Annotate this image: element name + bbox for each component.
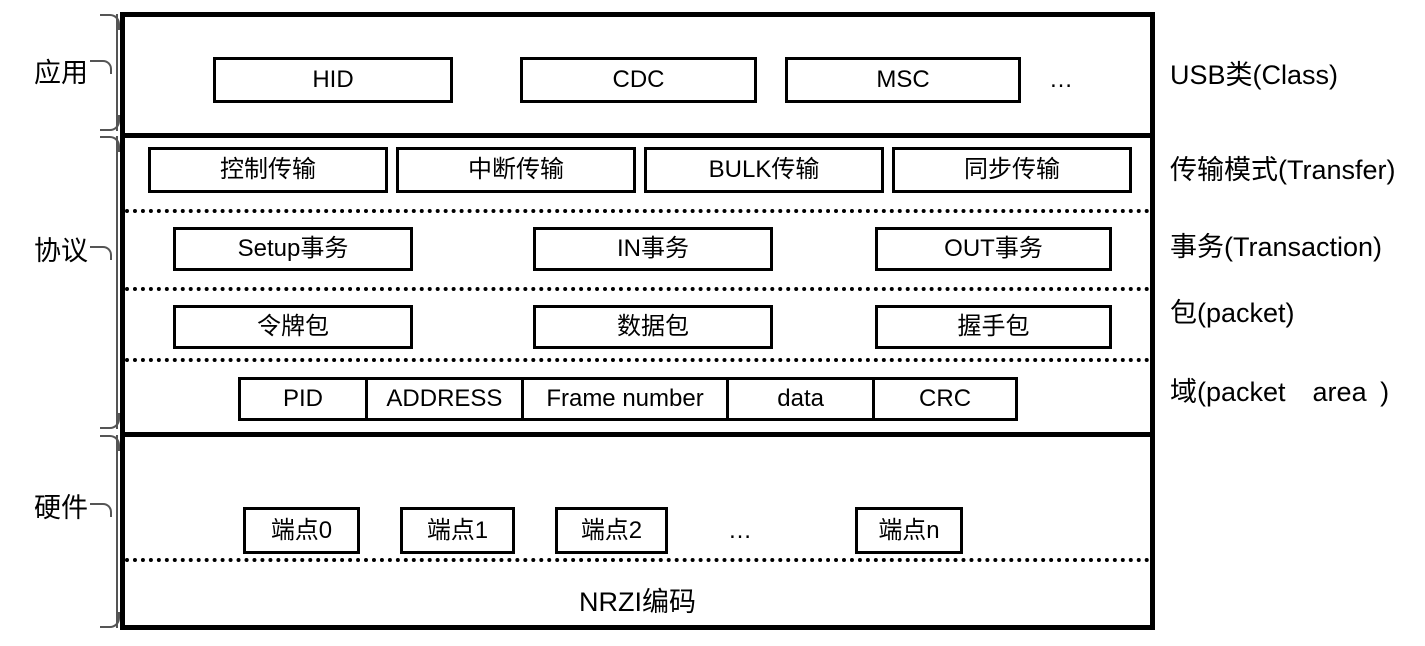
bracket-stem (116, 136, 118, 429)
right-label-packet: 包(packet) (1170, 298, 1295, 328)
right-label-transfer: 传输模式(Transfer) (1170, 155, 1396, 185)
transfer-box-bulk[interactable]: BULK传输 (644, 147, 884, 193)
transfer-box-isochronous[interactable]: 同步传输 (892, 147, 1132, 193)
divider-endpoints-encoding (125, 558, 1150, 562)
bracket-stem (116, 435, 118, 628)
bracket-nib (90, 246, 112, 260)
diagram-frame: HID CDC MSC … 控制传输 中断传输 BULK传输 同步传输 Setu… (120, 12, 1155, 630)
divider-transfer-transaction (125, 209, 1150, 213)
bracket-cap-top (100, 136, 120, 152)
usb-class-box-cdc[interactable]: CDC (520, 57, 757, 103)
packet-area-segment-crc[interactable]: CRC (875, 380, 1015, 418)
packet-area-segment-data[interactable]: data (729, 380, 876, 418)
bracket-nib (90, 60, 112, 74)
packet-area-segment-frame-number[interactable]: Frame number (524, 380, 730, 418)
bracket-protocol (90, 136, 120, 429)
bracket-cap-top (100, 435, 120, 451)
bracket-label-hardware: 硬件 (34, 493, 88, 523)
usb-class-ellipsis: … (1049, 66, 1073, 93)
transaction-box-out[interactable]: OUT事务 (875, 227, 1112, 271)
usb-layer-diagram: 应用 协议 硬件 HID CDC MSC … 控制传输 中断传输 BULK传输 … (0, 0, 1425, 646)
right-label-packet-area: 域(packet area ) (1170, 377, 1390, 407)
divider-application-protocol (125, 133, 1150, 138)
encoding-label: NRZI编码 (579, 586, 696, 617)
transaction-box-in[interactable]: IN事务 (533, 227, 773, 271)
packet-box-handshake[interactable]: 握手包 (875, 305, 1112, 349)
right-label-usb-class: USB类(Class) (1170, 60, 1339, 90)
packet-area-segment-pid[interactable]: PID (241, 380, 369, 418)
endpoints-ellipsis: … (728, 516, 752, 544)
divider-protocol-hardware (125, 432, 1150, 437)
divider-packet-packetarea (125, 358, 1150, 362)
usb-class-box-msc[interactable]: MSC (785, 57, 1021, 103)
packet-box-data[interactable]: 数据包 (533, 305, 773, 349)
bracket-application (90, 14, 120, 131)
endpoint-box-1[interactable]: 端点1 (400, 507, 515, 554)
packet-area-segment-address[interactable]: ADDRESS (368, 380, 524, 418)
right-label-transaction: 事务(Transaction) (1170, 232, 1383, 262)
bracket-stem (116, 14, 118, 131)
endpoint-box-2[interactable]: 端点2 (555, 507, 668, 554)
endpoint-box-0[interactable]: 端点0 (243, 507, 360, 554)
transaction-box-setup[interactable]: Setup事务 (173, 227, 413, 271)
packet-box-token[interactable]: 令牌包 (173, 305, 413, 349)
bracket-nib (90, 503, 112, 517)
bracket-label-protocol: 协议 (34, 236, 88, 266)
bracket-cap-top (100, 14, 120, 30)
transfer-box-interrupt[interactable]: 中断传输 (396, 147, 636, 193)
bracket-label-application: 应用 (34, 58, 88, 88)
divider-transaction-packet (125, 287, 1150, 291)
usb-class-box-hid[interactable]: HID (213, 57, 453, 103)
transfer-box-control[interactable]: 控制传输 (148, 147, 388, 193)
endpoint-box-n[interactable]: 端点n (855, 507, 963, 554)
bracket-hardware (90, 435, 120, 628)
packet-area-strip: PID ADDRESS Frame number data CRC (238, 377, 1018, 421)
